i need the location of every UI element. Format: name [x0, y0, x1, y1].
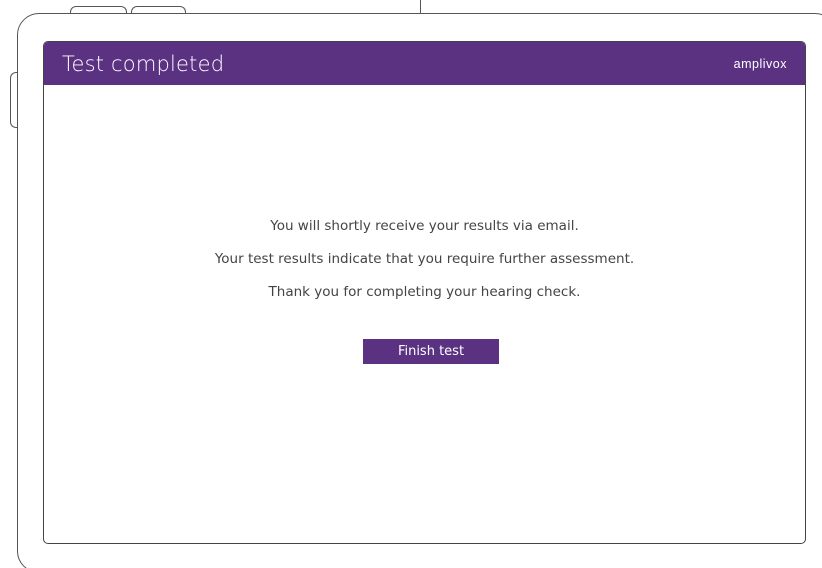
tablet-illustration: Test completed amplivox You will shortly…	[0, 0, 822, 568]
results-email-message: You will shortly receive your results vi…	[270, 218, 579, 234]
header-bar: Test completed amplivox	[44, 42, 805, 85]
device-connector-line	[420, 0, 422, 14]
brand-logo: amplivox	[733, 56, 787, 71]
assessment-message: Your test results indicate that you requ…	[214, 251, 635, 267]
app-screen: Test completed amplivox You will shortly…	[43, 41, 806, 544]
page-title: Test completed	[62, 51, 225, 76]
thank-you-message: Thank you for completing your hearing ch…	[268, 284, 581, 300]
finish-test-button[interactable]: Finish test	[363, 339, 499, 364]
